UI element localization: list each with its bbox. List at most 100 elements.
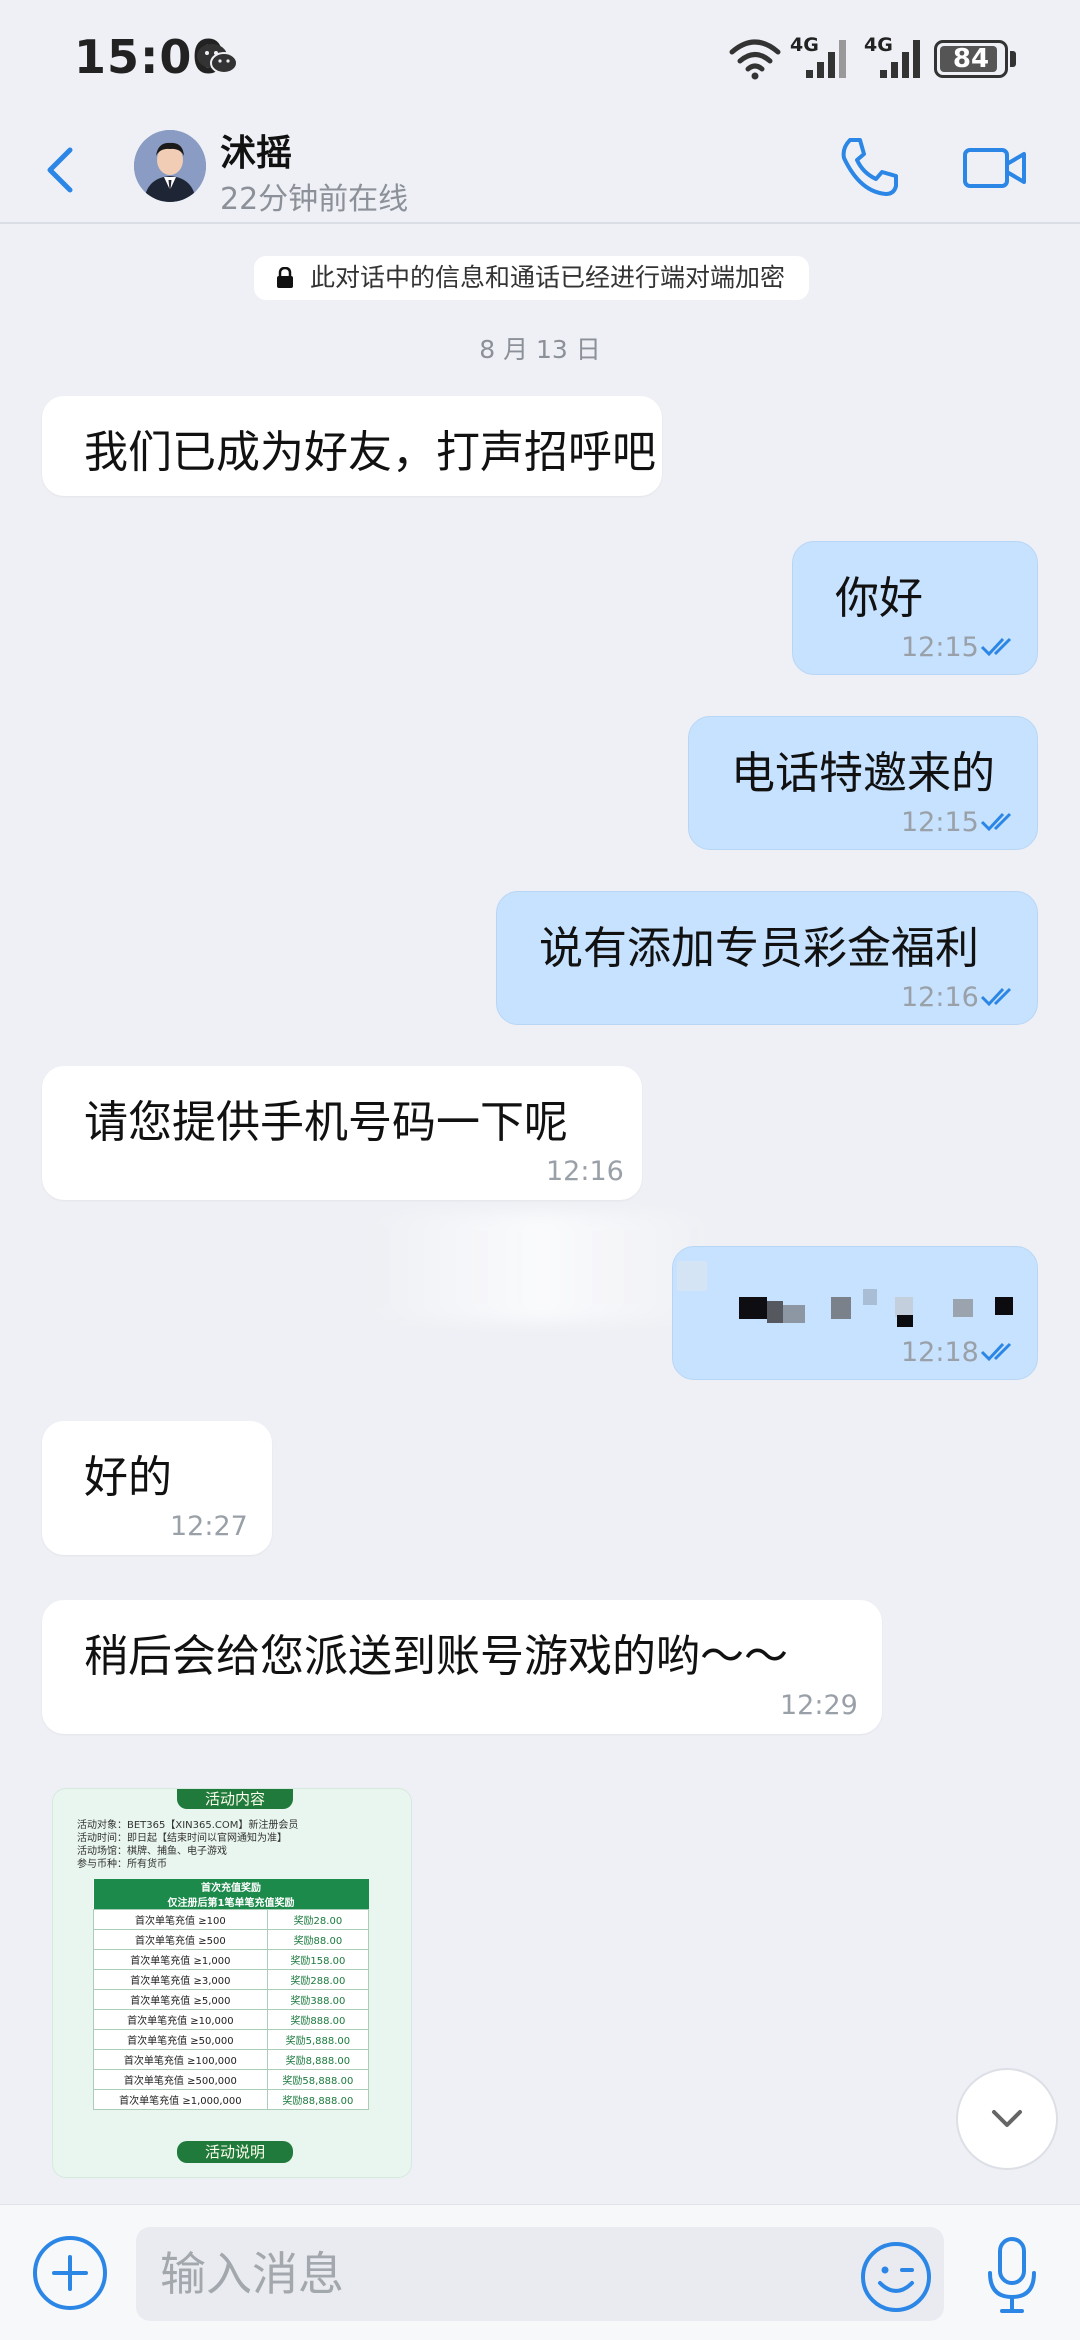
redacted-pixel xyxy=(783,1305,805,1323)
chat-area[interactable]: 此对话中的信息和通话已经进行端对端加密 8 月 13 日 我们已成为好友，打声招… xyxy=(0,226,1080,2204)
table-cell: 奖励288.00 xyxy=(266,1969,370,1990)
wechat-icon xyxy=(197,44,238,74)
message-text: 我们已成为好友，打声招呼吧 xyxy=(84,427,656,478)
table-row: 首次单笔充值 ≥3,000 奖励288.00 xyxy=(93,1969,370,1990)
reward-table: 首次充值奖励 仅注册后第1笔单笔充值奖励 首次单笔充值 ≥100 奖励28.00 … xyxy=(93,1879,370,2110)
message-time: 12:15 xyxy=(901,807,979,838)
table-row: 首次单笔充值 ≥1,000,000 奖励88,888.00 xyxy=(93,2089,370,2110)
message-time: 12:16 xyxy=(901,982,979,1013)
redacted-pixel xyxy=(897,1315,913,1327)
battery-tip xyxy=(1010,51,1016,67)
table-row: 首次单笔充值 ≥100 奖励28.00 xyxy=(93,1909,370,1930)
signal-icon xyxy=(806,40,846,78)
table-row: 首次单笔充值 ≥100,000 奖励8,888.00 xyxy=(93,2049,370,2070)
message-bubble-incoming[interactable]: 我们已成为好友，打声招呼吧 xyxy=(42,396,662,496)
table-cell: 首次单笔充值 ≥3,000 xyxy=(93,1969,268,1990)
message-time: 12:29 xyxy=(780,1690,858,1721)
table-cell: 奖励388.00 xyxy=(266,1989,370,2010)
double-check-icon xyxy=(980,1342,1012,1362)
chevron-down-icon xyxy=(992,2110,1022,2127)
image-title: 活动内容 xyxy=(177,1789,293,1809)
message-bubble-outgoing[interactable]: 你好 12:15 xyxy=(792,541,1038,675)
image-info-line: 活动时间：即日起【结束时间以官网通知为准】 xyxy=(77,1833,287,1844)
table-row: 首次单笔充值 ≥10,000 奖励888.00 xyxy=(93,2009,370,2030)
message-bubble-outgoing[interactable]: 说有添加专员彩金福利 12:16 xyxy=(496,891,1038,1025)
message-text: 稍后会给您派送到账号游戏的哟～～ xyxy=(84,1631,788,1682)
avatar[interactable] xyxy=(134,130,206,202)
contact-status: 22分钟前在线 xyxy=(220,182,409,217)
table-cell: 奖励5,888.00 xyxy=(266,2029,370,2050)
table-cell: 奖励88,888.00 xyxy=(266,2089,370,2110)
message-time: 12:18 xyxy=(901,1337,979,1368)
lock-icon xyxy=(277,267,293,288)
table-cell: 首次单笔充值 ≥100,000 xyxy=(93,2049,268,2070)
table-cell: 奖励888.00 xyxy=(266,2009,370,2030)
message-bubble-incoming[interactable]: 稍后会给您派送到账号游戏的哟～～ 12:29 xyxy=(42,1600,882,1734)
double-check-icon xyxy=(980,987,1012,1007)
table-cell: 首次单笔充值 ≥1,000,000 xyxy=(93,2089,268,2110)
reward-table-subtitle: 仅注册后第1笔单笔充值奖励 xyxy=(93,1894,369,1910)
image-info-line: 活动场馆：棋牌、捕鱼、电子游戏 xyxy=(77,1846,227,1857)
message-bubble-outgoing[interactable]: 12:18 xyxy=(672,1246,1038,1380)
input-bar xyxy=(0,2204,1080,2340)
redacted-pixel xyxy=(895,1297,913,1317)
video-icon[interactable] xyxy=(962,144,1028,192)
table-cell: 奖励28.00 xyxy=(266,1909,370,1930)
redacted-pixel xyxy=(677,1261,707,1291)
message-bubble-incoming[interactable]: 好的 12:27 xyxy=(42,1421,272,1555)
encryption-notice-text: 此对话中的信息和通话已经进行端对端加密 xyxy=(310,263,786,292)
message-text: 好的 xyxy=(84,1452,172,1503)
redacted-pixel xyxy=(953,1299,973,1317)
message-time: 12:16 xyxy=(546,1156,624,1187)
message-time: 12:27 xyxy=(170,1511,248,1542)
signal-icon xyxy=(880,40,920,78)
table-row: 首次单笔充值 ≥1,000 奖励158.00 xyxy=(93,1949,370,1970)
table-row: 首次单笔充值 ≥5,000 奖励388.00 xyxy=(93,1989,370,2010)
image-info: 活动对象：BET365【XIN365.COM】新注册会员 活动时间：即日起【结束… xyxy=(77,1819,298,1871)
message-text: 你好 xyxy=(835,573,923,624)
message-time: 12:15 xyxy=(901,632,979,663)
table-cell: 奖励8,888.00 xyxy=(266,2049,370,2070)
message-text: 说有添加专员彩金福利 xyxy=(539,923,979,974)
image-info-line: 活动对象：BET365【XIN365.COM】新注册会员 xyxy=(77,1820,299,1831)
message-text: 电话特邀来的 xyxy=(731,748,995,799)
table-cell: 首次单笔充值 ≥10,000 xyxy=(93,2009,268,2030)
message-bubble-incoming[interactable]: 请您提供手机号码一下呢 12:16 xyxy=(42,1066,642,1200)
message-text: 请您提供手机号码一下呢 xyxy=(84,1097,568,1148)
double-check-icon xyxy=(980,637,1012,657)
chat-header: 沭摇 22分钟前在线 xyxy=(0,118,1080,224)
redacted-pixel xyxy=(995,1297,1013,1315)
battery-icon: 84 xyxy=(934,40,1008,78)
mic-icon[interactable] xyxy=(982,2235,1042,2317)
double-check-icon xyxy=(980,812,1012,832)
plus-icon[interactable] xyxy=(30,2233,110,2313)
phone-icon[interactable] xyxy=(836,134,902,200)
back-icon[interactable] xyxy=(34,132,84,208)
scroll-down-button[interactable] xyxy=(956,2068,1058,2170)
table-cell: 首次单笔充值 ≥5,000 xyxy=(93,1989,268,2010)
battery-level: 84 xyxy=(952,44,990,74)
avatar-image xyxy=(134,130,206,202)
encryption-notice: 此对话中的信息和通话已经进行端对端加密 xyxy=(254,256,810,300)
date-separator: 8 月 13 日 xyxy=(479,335,601,364)
contact-name[interactable]: 沭摇 xyxy=(220,124,292,176)
table-row: 首次单笔充值 ≥50,000 奖励5,888.00 xyxy=(93,2029,370,2050)
table-cell: 奖励88.00 xyxy=(266,1929,370,1950)
image-footer-title: 活动说明 xyxy=(177,2141,293,2163)
table-cell: 首次单笔充值 ≥50,000 xyxy=(93,2029,268,2050)
table-cell: 首次单笔充值 ≥100 xyxy=(93,1909,268,1930)
table-cell: 首次单笔充值 ≥1,000 xyxy=(93,1949,268,1970)
message-input[interactable] xyxy=(136,2227,944,2321)
table-cell: 首次单笔充值 ≥500 xyxy=(93,1929,268,1950)
image-message[interactable]: 活动内容 活动对象：BET365【XIN365.COM】新注册会员 活动时间：即… xyxy=(52,1788,412,2178)
status-bar: 15:00 4G 4G 84 xyxy=(0,0,1080,118)
table-cell: 奖励158.00 xyxy=(266,1949,370,1970)
table-cell: 奖励58,888.00 xyxy=(266,2069,370,2090)
message-bubble-outgoing[interactable]: 电话特邀来的 12:15 xyxy=(688,716,1038,850)
redacted-pixel xyxy=(863,1289,877,1305)
image-info-line: 参与币种：所有货币 xyxy=(77,1859,167,1870)
wifi-icon xyxy=(729,39,781,80)
reward-table-title: 首次充值奖励 xyxy=(93,1879,369,1894)
blur-overlay xyxy=(360,1212,720,1322)
emoji-icon[interactable] xyxy=(858,2239,934,2315)
